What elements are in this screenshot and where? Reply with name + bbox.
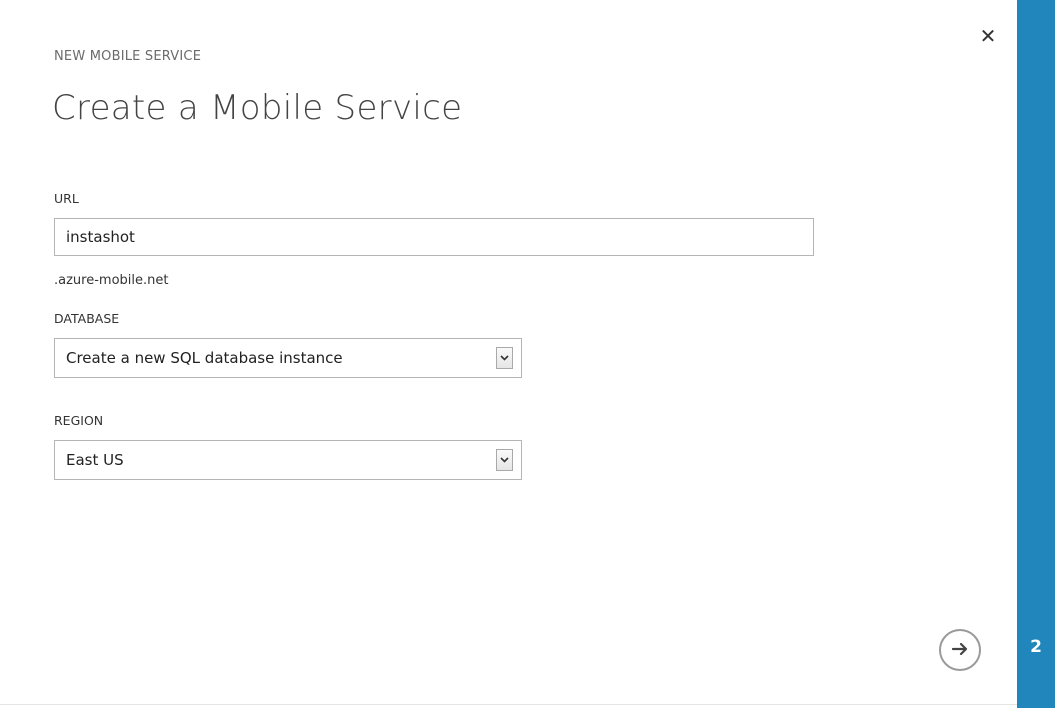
database-select[interactable]: Create a new SQL database instance: [54, 338, 522, 378]
url-domain-suffix: .azure-mobile.net: [54, 273, 169, 288]
close-icon: ✕: [979, 24, 997, 48]
arrow-right-icon: [951, 641, 969, 660]
database-label: DATABASE: [54, 311, 120, 326]
url-label: URL: [54, 191, 79, 206]
next-button[interactable]: [939, 629, 981, 671]
new-mobile-service-dialog: ✕ NEW MOBILE SERVICE Create a Mobile Ser…: [0, 0, 1055, 708]
url-input-value: instashot: [66, 228, 135, 246]
bottom-divider: [0, 704, 1017, 705]
chevron-down-icon[interactable]: [496, 449, 513, 471]
url-input[interactable]: instashot: [54, 218, 814, 256]
region-select[interactable]: East US: [54, 440, 522, 480]
dialog-subtitle: NEW MOBILE SERVICE: [54, 49, 202, 64]
database-select-value: Create a new SQL database instance: [66, 349, 343, 367]
wizard-step-number: 2: [1030, 637, 1042, 657]
region-select-value: East US: [66, 451, 124, 469]
region-label: REGION: [54, 413, 104, 428]
chevron-down-icon[interactable]: [496, 347, 513, 369]
wizard-step-rail: [1017, 0, 1055, 708]
close-button[interactable]: ✕: [976, 24, 1000, 48]
dialog-title: Create a Mobile Service: [52, 88, 463, 128]
